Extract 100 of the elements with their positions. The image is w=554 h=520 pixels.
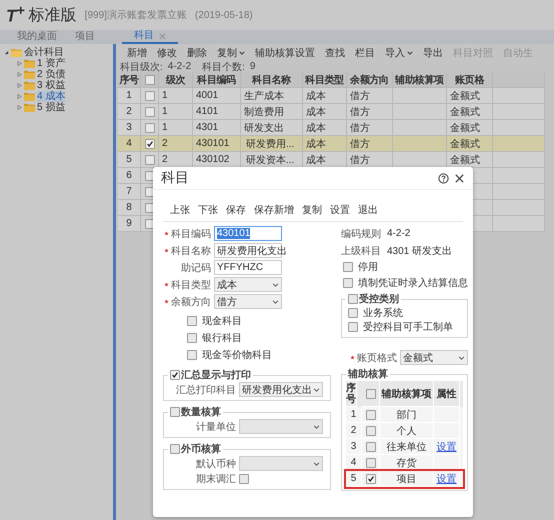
account-name: [999]演示账套发票立账 <box>84 8 187 22</box>
dropdown[interactable] <box>239 456 323 471</box>
toolbar-button[interactable]: 设置 <box>327 203 353 217</box>
checkbox[interactable] <box>187 333 197 343</box>
dropdown[interactable]: 研发费用化支出 <box>239 382 323 397</box>
checkbox[interactable] <box>348 308 358 318</box>
checkbox[interactable] <box>366 388 376 398</box>
tree-item[interactable]: 4 成本 <box>37 91 66 102</box>
toolbar-button[interactable]: 查找 <box>320 46 350 60</box>
checkbox[interactable] <box>348 322 358 332</box>
toolbar-button[interactable]: 上张 <box>167 203 193 217</box>
table-row[interactable]: 3 1 4301 研发支出 成本 借方 金额式 <box>118 120 545 136</box>
checkbox[interactable] <box>366 474 376 484</box>
folder-icon <box>11 48 22 57</box>
checkbox[interactable] <box>144 202 154 212</box>
tree-item[interactable]: 2 负债 <box>37 69 66 80</box>
collapse-icon[interactable] <box>4 50 9 55</box>
checkbox[interactable] <box>144 122 154 132</box>
expand-icon[interactable] <box>17 94 22 99</box>
checkbox[interactable] <box>187 316 197 326</box>
input-field[interactable]: 430101 <box>214 226 282 241</box>
caret-icon <box>407 50 413 54</box>
toolbar-button[interactable]: 复制 <box>299 203 325 217</box>
toolbar-button[interactable]: 删除 <box>182 46 212 60</box>
checkbox[interactable] <box>170 370 180 380</box>
dropdown[interactable]: 金额式 <box>400 350 468 365</box>
caret-icon <box>313 388 320 392</box>
caret-icon <box>313 424 320 428</box>
toolbar-button[interactable]: 退出 <box>355 203 381 217</box>
field-label: 科目类型 <box>171 278 211 292</box>
toolbar-button[interactable]: 新增 <box>122 46 152 60</box>
checkbox[interactable] <box>144 90 154 100</box>
help-icon[interactable] <box>438 172 449 184</box>
checkbox[interactable] <box>144 138 154 148</box>
logo: T$^{+}$ <box>6 3 25 27</box>
toolbar-button[interactable]: 保存新增 <box>251 203 297 217</box>
checkbox[interactable] <box>170 407 180 417</box>
caret-icon <box>272 300 279 304</box>
tree-item[interactable]: 会计科目 <box>24 47 64 58</box>
checkbox-label: 现金等价物科目 <box>202 348 272 362</box>
expand-icon[interactable] <box>17 72 22 77</box>
checkbox[interactable] <box>348 294 358 304</box>
tree-item[interactable]: 1 资产 <box>37 58 66 69</box>
caret-icon <box>272 282 279 286</box>
date-text: (2019-05-18) <box>194 10 253 20</box>
checkbox[interactable] <box>366 410 376 420</box>
checkbox[interactable] <box>239 474 249 484</box>
table-row[interactable]: 1 1 4001 生产成本 成本 借方 金额式 <box>118 88 545 104</box>
expand-icon[interactable] <box>17 61 22 66</box>
toolbar-button[interactable]: 下张 <box>195 203 221 217</box>
field-label: 账页格式 <box>357 352 397 364</box>
settings-link[interactable]: 设置 <box>436 472 456 486</box>
tree-item[interactable]: 3 权益 <box>37 80 66 91</box>
checkbox-label: 银行科目 <box>202 332 242 345</box>
close-icon[interactable] <box>454 172 465 184</box>
checkbox[interactable] <box>144 186 154 196</box>
toolbar-button[interactable]: 导出 <box>418 46 448 60</box>
table-row[interactable]: 2 1 4101 制造费用 成本 借方 金额式 <box>118 104 545 120</box>
checkbox-label: 业务系统 <box>363 306 403 320</box>
dropdown[interactable] <box>239 419 323 434</box>
tree-item[interactable]: 5 损益 <box>37 102 66 113</box>
settings-link[interactable]: 设置 <box>436 440 456 454</box>
checkbox[interactable] <box>343 278 353 288</box>
toolbar-button[interactable]: 导入 <box>380 46 418 60</box>
table-row[interactable]: 5 2 430102 研发资本... 成本 借方 金额式 <box>118 152 545 168</box>
table-row[interactable]: 4 2 430101 研发费用... 成本 借方 金额式 <box>118 136 545 152</box>
dropdown[interactable]: 成本 <box>214 277 282 292</box>
checkbox[interactable] <box>366 458 376 468</box>
checkbox[interactable] <box>343 262 353 272</box>
dropdown[interactable]: 借方 <box>214 294 282 309</box>
field-label: 科目名称 <box>171 244 211 258</box>
checkbox[interactable] <box>187 350 197 360</box>
checkbox[interactable] <box>144 170 154 180</box>
checkbox[interactable] <box>170 444 180 454</box>
checkbox[interactable] <box>144 106 154 116</box>
checkbox[interactable] <box>144 74 154 84</box>
checkbox-label: 填制凭证时录入结算信息 <box>358 276 468 290</box>
info-label: 科目个数: <box>202 60 245 74</box>
input-field[interactable]: YFFYHZC <box>214 260 282 275</box>
toolbar-button[interactable]: 修改 <box>152 46 182 60</box>
toolbar-button[interactable]: 辅助核算设置 <box>250 46 320 60</box>
expand-icon[interactable] <box>17 83 22 88</box>
checkbox[interactable] <box>366 426 376 436</box>
group-title: 辅助核算 <box>348 368 388 381</box>
toolbar-button[interactable]: 复制 <box>212 46 250 60</box>
toolbar-button[interactable]: 栏目 <box>350 46 380 60</box>
checkbox[interactable] <box>144 154 154 164</box>
folder-icon <box>24 92 35 101</box>
toolbar-button[interactable]: 保存 <box>223 203 249 217</box>
expand-icon[interactable] <box>17 105 22 110</box>
checkbox[interactable] <box>144 218 154 228</box>
checkbox[interactable] <box>366 442 376 452</box>
info-value: 9 <box>250 61 256 72</box>
product-name: 标准版 <box>28 6 77 26</box>
table-cell: 项目 <box>380 471 434 487</box>
caret-icon <box>313 462 320 466</box>
field-value: 4-2-2 <box>387 228 410 239</box>
info-value: 4-2-2 <box>168 61 192 72</box>
caret-icon <box>239 50 245 54</box>
field-label: 上级科目 <box>341 244 381 258</box>
